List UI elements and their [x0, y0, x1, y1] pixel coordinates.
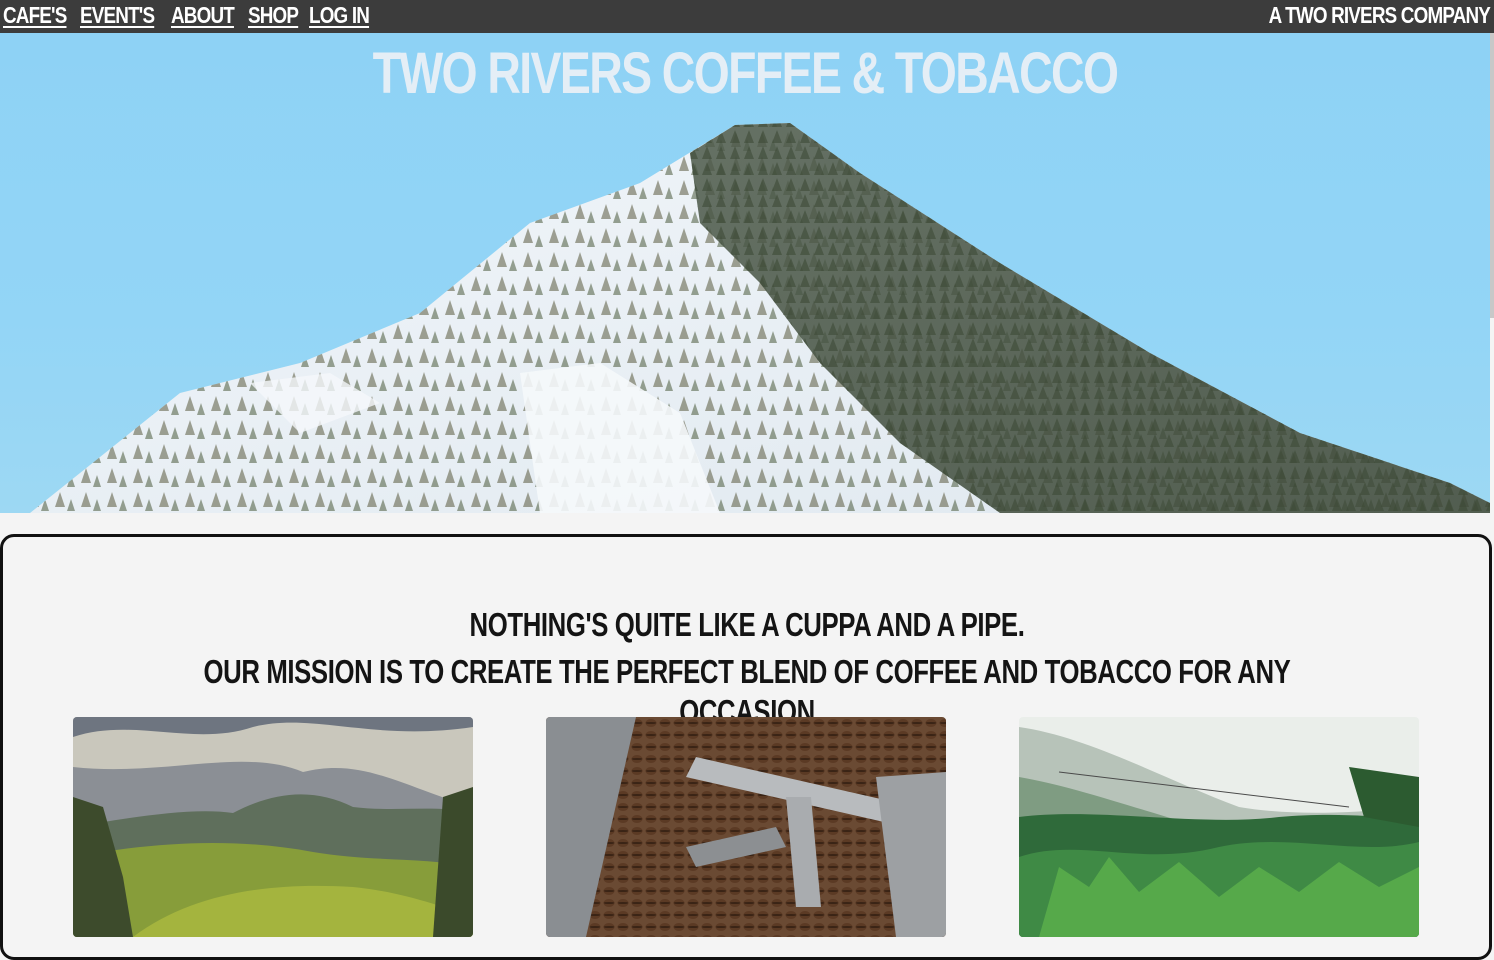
- mission-tagline: NOTHING'S QUITE LIKE A CUPPA AND A PIPE.: [469, 606, 1025, 643]
- tea-leaves-field-photo: [1019, 717, 1419, 937]
- nav-link-shop[interactable]: SHOP: [248, 0, 299, 33]
- company-brand-label: A TWO RIVERS COMPANY: [1268, 2, 1491, 28]
- hero-title: TWO RIVERS COFFEE & TOBACCO: [372, 41, 1119, 106]
- coffee-roaster-beans-photo: [546, 717, 946, 937]
- nav-link-cafes[interactable]: CAFE'S: [3, 0, 67, 33]
- nav-links: CAFE'S EVENT'S ABOUT SHOP LOG IN: [3, 0, 370, 33]
- page-scrollbar[interactable]: [1490, 33, 1494, 318]
- gallery-image-tea-field: [1019, 717, 1419, 937]
- top-nav-bar: CAFE'S EVENT'S ABOUT SHOP LOG IN A TWO R…: [0, 0, 1494, 33]
- hero-banner: TWO RIVERS COFFEE & TOBACCO: [0, 33, 1490, 513]
- nav-link-events[interactable]: EVENT'S: [80, 0, 155, 33]
- tea-plantation-hills-photo: [73, 717, 473, 937]
- gallery-image-coffee-roaster: [546, 717, 946, 937]
- gallery-image-tea-plantation: [73, 717, 473, 937]
- nav-link-login[interactable]: LOG IN: [309, 0, 370, 33]
- nav-link-about[interactable]: ABOUT: [171, 0, 235, 33]
- mission-card: NOTHING'S QUITE LIKE A CUPPA AND A PIPE.…: [0, 534, 1492, 960]
